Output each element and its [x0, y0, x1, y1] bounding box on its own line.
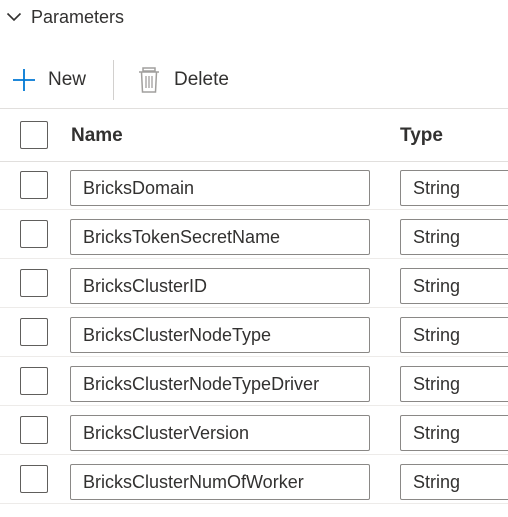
row-checkbox[interactable]: [20, 171, 48, 199]
parameter-name-input[interactable]: [70, 219, 370, 255]
row-checkbox[interactable]: [20, 416, 48, 444]
parameter-type-select[interactable]: String: [400, 464, 508, 500]
trash-icon: [139, 67, 159, 93]
parameter-type-select[interactable]: String: [400, 170, 508, 206]
column-header-name: Name: [71, 125, 123, 146]
chevron-down-icon: [6, 12, 22, 22]
toolbar-divider: [113, 60, 114, 100]
delete-button-label: Delete: [174, 69, 229, 90]
new-button[interactable]: New: [12, 60, 86, 100]
parameter-name-input[interactable]: [70, 170, 370, 206]
parameter-type-select[interactable]: String: [400, 415, 508, 451]
select-all-checkbox[interactable]: [20, 121, 48, 149]
parameter-name-input[interactable]: [70, 366, 370, 402]
row-checkbox[interactable]: [20, 220, 48, 248]
table-row: String: [0, 210, 508, 259]
section-title: Parameters: [31, 6, 125, 27]
delete-button[interactable]: Delete: [138, 60, 229, 100]
parameter-name-input[interactable]: [70, 415, 370, 451]
column-header-type: Type: [400, 125, 443, 146]
parameter-type-select[interactable]: String: [400, 219, 508, 255]
table-row: String: [0, 357, 508, 406]
parameters-section-toggle[interactable]: Parameters: [6, 4, 124, 30]
table-row: String: [0, 259, 508, 308]
row-checkbox[interactable]: [20, 318, 48, 346]
row-checkbox[interactable]: [20, 269, 48, 297]
table-row: String: [0, 455, 508, 504]
table-row: String: [0, 308, 508, 357]
table-row: String: [0, 161, 508, 210]
parameter-name-input[interactable]: [70, 464, 370, 500]
table-header-row: Name Type: [0, 108, 508, 162]
row-checkbox[interactable]: [20, 465, 48, 493]
parameter-type-select[interactable]: String: [400, 317, 508, 353]
parameter-name-input[interactable]: [70, 317, 370, 353]
new-button-label: New: [48, 69, 87, 90]
row-checkbox[interactable]: [20, 367, 48, 395]
table-row: String: [0, 406, 508, 455]
parameter-type-select[interactable]: String: [400, 366, 508, 402]
plus-icon: [13, 69, 35, 91]
parameter-type-select[interactable]: String: [400, 268, 508, 304]
parameter-name-input[interactable]: [70, 268, 370, 304]
